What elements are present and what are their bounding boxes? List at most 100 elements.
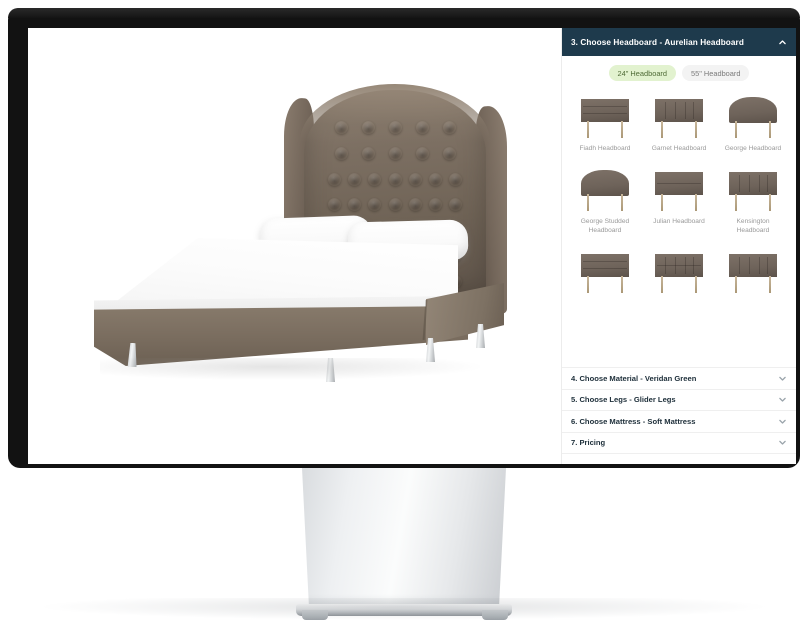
headboard-size-toggle: 24" Headboard 55" Headboard <box>562 56 796 89</box>
accordion-row[interactable]: 6. Choose Mattress - Soft Mattress <box>562 411 796 433</box>
headboard-option[interactable] <box>568 244 642 307</box>
tuft-button <box>415 121 429 135</box>
headboard-thumb-leg <box>661 193 663 211</box>
headboard-thumbnail <box>648 93 710 141</box>
headboard-shape <box>581 253 629 277</box>
step-3-header[interactable]: 3. Choose Headboard - Aurelian Headboard <box>562 28 796 56</box>
headboard-thumb-leg <box>769 275 771 293</box>
tuft-button <box>361 146 375 160</box>
accordion-row[interactable]: 5. Choose Legs - Glider Legs <box>562 390 796 411</box>
headboard-option-label: Garnet Headboard <box>651 145 707 152</box>
chevron-down-icon[interactable] <box>778 374 787 383</box>
headboard-shape <box>729 253 777 277</box>
headboard-thumb-leg <box>621 193 623 211</box>
headboard-pleat <box>657 182 701 184</box>
monitor-screen: 3. Choose Headboard - Aurelian Headboard… <box>28 28 796 464</box>
tuft-button <box>368 172 382 186</box>
tuft-button <box>334 146 348 160</box>
size-option-55[interactable]: 55" Headboard <box>682 65 750 81</box>
headboard-option-label: George Studded Headboard <box>580 217 630 235</box>
headboard-option[interactable] <box>716 244 790 307</box>
accordion-row[interactable]: 4. Choose Material - Veridan Green <box>562 368 796 390</box>
tuft-button <box>429 198 443 212</box>
chevron-down-icon[interactable] <box>778 438 787 447</box>
configurator-accordion: 4. Choose Material - Veridan Green 5. Cho… <box>562 367 796 454</box>
headboard-pleat <box>583 113 627 114</box>
headboard-option-label: Fiadh Headboard <box>579 145 631 152</box>
headboard-thumb-leg <box>661 275 663 293</box>
screenshot-stage: 3. Choose Headboard - Aurelian Headboard… <box>0 0 808 622</box>
headboard-option[interactable]: Garnet Headboard <box>642 89 716 162</box>
headboard-option[interactable]: George Headboard <box>716 89 790 162</box>
headboard-option-label: George Headboard <box>724 145 782 152</box>
headboard-shape <box>655 171 703 195</box>
headboard-thumb-leg <box>695 121 697 138</box>
headboard-thumbnail <box>722 248 784 296</box>
headboard-thumbnail <box>574 248 636 296</box>
headboard-thumbnail <box>648 166 710 214</box>
bed-base <box>94 306 468 366</box>
headboard-option[interactable] <box>642 244 716 307</box>
tuft-button <box>327 172 341 186</box>
tuft-button <box>334 121 348 135</box>
headboard-pleat <box>749 256 750 274</box>
product-preview-canvas[interactable] <box>28 28 561 464</box>
accordion-row-label: 4. Choose Material - Veridan Green <box>571 373 697 383</box>
tuft-button <box>442 146 456 160</box>
headboard-option[interactable]: Fiadh Headboard <box>568 89 642 162</box>
headboard-thumbnail <box>648 248 710 296</box>
headboard-shape <box>581 99 629 122</box>
tuft-button <box>408 198 422 212</box>
headboard-shape <box>655 253 703 277</box>
accordion-row[interactable]: 7. Pricing <box>562 433 796 454</box>
headboard-thumb-leg <box>735 275 737 293</box>
headboard-options-grid: Fiadh Headboard Garnet Headboard George He… <box>568 89 790 307</box>
headboard-thumb-leg <box>769 193 771 211</box>
chevron-down-icon[interactable] <box>778 417 787 426</box>
bed-shadow <box>100 358 480 380</box>
size-option-24[interactable]: 24" Headboard <box>608 65 676 81</box>
headboard-thumbnail <box>722 93 784 141</box>
headboard-option[interactable]: Julian Headboard <box>642 162 716 244</box>
headboard-pleat <box>675 102 676 119</box>
accordion-row-label: 5. Choose Legs - Glider Legs <box>571 395 676 405</box>
monitor-stand-neck <box>302 468 506 610</box>
tuft-button <box>388 198 402 212</box>
headboard-pleat <box>749 174 750 192</box>
headboard-thumb-leg <box>661 121 663 138</box>
tuft-button <box>388 172 402 186</box>
headboard-pleat <box>739 256 740 274</box>
headboard-pleat <box>657 264 701 266</box>
monitor-bezel: 3. Choose Headboard - Aurelian Headboard… <box>8 8 800 468</box>
accordion-row-label: 6. Choose Mattress - Soft Mattress <box>571 416 696 426</box>
headboard-thumbnail <box>574 166 636 214</box>
chevron-down-icon[interactable] <box>778 395 787 404</box>
configurator-panel: 3. Choose Headboard - Aurelian Headboard… <box>561 28 796 464</box>
tuft-button <box>429 172 443 186</box>
headboard-thumb-leg <box>695 275 697 293</box>
headboard-thumb-leg <box>621 121 623 138</box>
tuft-button <box>348 198 362 212</box>
tuft-button <box>449 198 463 212</box>
desk-shadow <box>36 598 772 620</box>
tuft-button <box>361 121 375 135</box>
tuft-button <box>388 121 402 135</box>
chevron-up-icon[interactable] <box>778 38 787 47</box>
headboard-thumb-leg <box>587 121 589 138</box>
tuft-button <box>408 172 422 186</box>
headboard-options-scroll[interactable]: Fiadh Headboard Garnet Headboard George He… <box>562 89 796 367</box>
headboard-shape <box>581 169 629 196</box>
headboard-shape <box>729 171 777 195</box>
headboard-thumbnail <box>574 93 636 141</box>
headboard-pleat <box>583 260 627 262</box>
headboard-thumb-leg <box>587 275 589 293</box>
tuft-button <box>368 198 382 212</box>
headboard-pleat <box>583 267 627 269</box>
headboard-option[interactable]: George Studded Headboard <box>568 162 642 244</box>
headboard-option[interactable]: Kensington Headboard <box>716 162 790 244</box>
headboard-thumb-leg <box>769 121 771 138</box>
headboard-pleat <box>759 174 760 192</box>
headboard-thumb-leg <box>735 193 737 211</box>
step-3-title: 3. Choose Headboard - Aurelian Headboard <box>571 37 744 47</box>
headboard-shape <box>729 97 777 123</box>
